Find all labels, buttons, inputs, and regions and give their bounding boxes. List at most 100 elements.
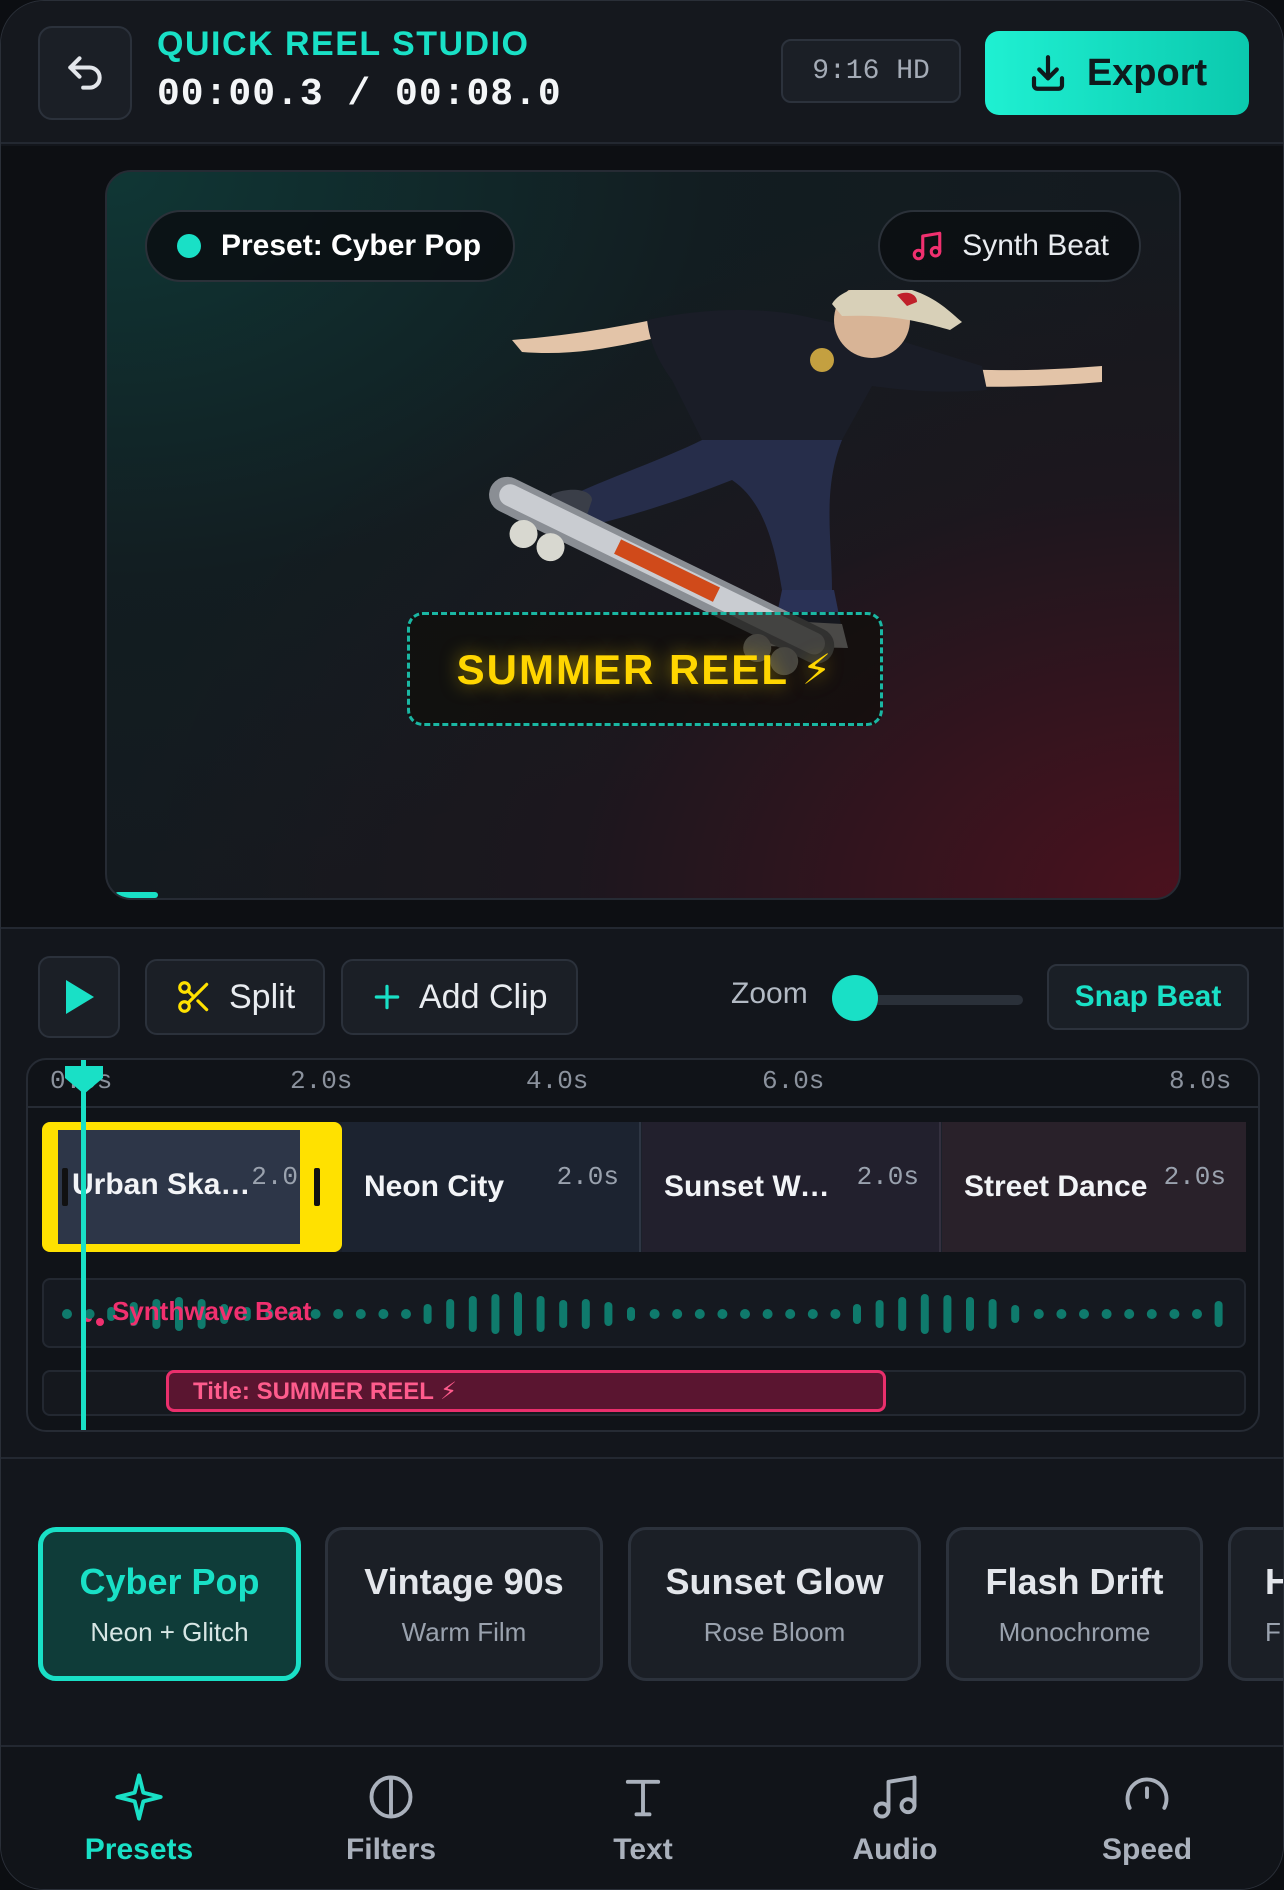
preset-name: Vintage 90s bbox=[364, 1560, 564, 1602]
split-label: Split bbox=[229, 977, 296, 1016]
audio-track-label: Synthwave Beat bbox=[112, 1296, 312, 1326]
play-icon bbox=[66, 980, 94, 1014]
ruler-tick: 2.0s bbox=[290, 1066, 353, 1096]
split-button[interactable]: Split bbox=[145, 959, 326, 1035]
timeline[interactable]: 0.0s 2.0s 4.0s 6.0s 8.0s Urban Ska… 2.0 … bbox=[26, 1058, 1260, 1432]
waveform-bar bbox=[310, 1309, 321, 1319]
trim-handle-right[interactable] bbox=[314, 1168, 320, 1206]
music-note-icon bbox=[873, 1775, 917, 1819]
video-clip[interactable]: Street Dance 2.0s bbox=[942, 1122, 1246, 1252]
export-button[interactable]: Export bbox=[985, 31, 1249, 115]
waveform-bar bbox=[1169, 1309, 1180, 1319]
nav-label: Presets bbox=[84, 1833, 194, 1866]
preview-area: Preset: Cyber Pop Synth Beat SUMMER REEL… bbox=[1, 146, 1283, 929]
ruler-tick: 6.0s bbox=[762, 1066, 825, 1096]
video-preview[interactable]: Preset: Cyber Pop Synth Beat SUMMER REEL… bbox=[105, 170, 1181, 900]
waveform-bar bbox=[446, 1299, 455, 1329]
nav-label: Filters bbox=[345, 1833, 437, 1866]
video-clip[interactable]: Sunset Wa… 2.0s bbox=[642, 1122, 941, 1252]
music-pill-label: Synth Beat bbox=[962, 229, 1109, 262]
clip-name: Street Dance bbox=[964, 1170, 1148, 1203]
clip-duration: 2.0s bbox=[1163, 1162, 1226, 1192]
app-window: QUICK REEL STUDIO 00:00.3 / 00:08.0 9:16… bbox=[0, 0, 1284, 1890]
undo-icon bbox=[68, 56, 102, 90]
video-clip[interactable]: Neon City 2.0s bbox=[342, 1122, 641, 1252]
title-overlay[interactable]: SUMMER REEL ⚡ bbox=[407, 612, 883, 726]
zoom-label: Zoom bbox=[731, 977, 808, 1010]
waveform-bar bbox=[694, 1309, 705, 1319]
presets-carousel[interactable]: Cyber Pop Neon + Glitch Vintage 90s Warm… bbox=[1, 1457, 1283, 1743]
waveform-bar bbox=[355, 1309, 366, 1319]
waveform-bar bbox=[378, 1309, 389, 1319]
waveform-bar bbox=[943, 1295, 952, 1333]
waveform-bar bbox=[762, 1309, 773, 1319]
waveform-bar bbox=[717, 1309, 728, 1319]
waveform-bar bbox=[627, 1307, 635, 1321]
text-track: Title: SUMMER REEL ⚡ bbox=[42, 1370, 1246, 1416]
format-badge[interactable]: 9:16 HD bbox=[781, 39, 961, 103]
time-ruler[interactable]: 0.0s 2.0s 4.0s 6.0s 8.0s bbox=[28, 1060, 1258, 1108]
waveform-bar bbox=[785, 1309, 796, 1319]
trim-handle-left[interactable] bbox=[62, 1168, 68, 1206]
editor-controls: Split Add Clip Zoom Snap Beat bbox=[1, 931, 1283, 1057]
waveform-bar bbox=[988, 1299, 997, 1329]
nav-audio[interactable]: Audio bbox=[795, 1771, 995, 1867]
nav-label: Text bbox=[613, 1833, 673, 1866]
video-track: Urban Ska… 2.0 Neon City 2.0s Sunset Wa…… bbox=[42, 1122, 1246, 1252]
preset-pill-label: Preset: Cyber Pop bbox=[221, 229, 482, 262]
playhead-handle[interactable] bbox=[63, 1064, 105, 1094]
waveform-bar bbox=[333, 1309, 344, 1319]
waveform-bar bbox=[62, 1309, 72, 1319]
waveform-bar bbox=[1101, 1309, 1112, 1319]
clip-duration: 2.0 bbox=[251, 1162, 298, 1192]
preset-subtitle: Neon + Glitch bbox=[90, 1616, 249, 1647]
ruler-tick: 4.0s bbox=[526, 1066, 589, 1096]
nav-text[interactable]: Text bbox=[543, 1771, 743, 1867]
waveform-bar bbox=[468, 1296, 477, 1332]
waveform-bar bbox=[920, 1294, 929, 1334]
preset-subtitle: F bbox=[1265, 1616, 1281, 1647]
waveform-bar bbox=[830, 1309, 841, 1319]
preset-pill[interactable]: Preset: Cyber Pop bbox=[145, 210, 516, 282]
preset-subtitle: Rose Bloom bbox=[703, 1616, 846, 1647]
nav-speed[interactable]: Speed bbox=[1047, 1771, 1247, 1867]
music-pill[interactable]: Synth Beat bbox=[878, 210, 1141, 282]
clip-duration: 2.0s bbox=[856, 1162, 919, 1192]
waveform-bar bbox=[604, 1302, 613, 1326]
download-icon bbox=[1031, 55, 1064, 91]
preset-subtitle: Warm Film bbox=[401, 1616, 527, 1647]
waveform-bar bbox=[1124, 1309, 1135, 1319]
preset-card-cyber-pop[interactable]: Cyber Pop Neon + Glitch bbox=[38, 1527, 301, 1681]
play-button[interactable] bbox=[38, 956, 120, 1038]
playhead[interactable] bbox=[81, 1060, 86, 1430]
preset-name: H bbox=[1265, 1561, 1283, 1603]
waveform-bar bbox=[536, 1296, 545, 1332]
nav-presets[interactable]: Presets bbox=[39, 1771, 239, 1867]
clip-duration: 2.0s bbox=[556, 1162, 619, 1192]
clip-name: Neon City bbox=[364, 1170, 505, 1203]
video-clip-selected[interactable]: Urban Ska… 2.0 bbox=[42, 1122, 342, 1252]
nav-filters[interactable]: Filters bbox=[291, 1771, 491, 1867]
add-clip-button[interactable]: Add Clip bbox=[341, 959, 578, 1035]
playback-progress-bar bbox=[115, 892, 158, 898]
preset-dot-icon bbox=[177, 234, 201, 258]
speedometer-icon bbox=[1125, 1777, 1169, 1810]
preset-card-partial[interactable]: H F bbox=[1228, 1527, 1283, 1681]
zoom-slider-knob[interactable] bbox=[832, 975, 878, 1021]
text-clip[interactable]: Title: SUMMER REEL ⚡ bbox=[166, 1370, 886, 1412]
waveform-bar bbox=[672, 1309, 683, 1319]
waveform-bar bbox=[84, 1309, 95, 1319]
snap-beat-button[interactable]: Snap Beat bbox=[1047, 964, 1249, 1030]
add-clip-label: Add Clip bbox=[419, 977, 548, 1016]
export-label: Export bbox=[1086, 51, 1208, 94]
preset-card-sunset-glow[interactable]: Sunset Glow Rose Bloom bbox=[628, 1527, 921, 1681]
ruler-tick: 8.0s bbox=[1169, 1066, 1232, 1096]
waveform-bar bbox=[966, 1297, 974, 1331]
preset-card-vintage-90s[interactable]: Vintage 90s Warm Film bbox=[325, 1527, 603, 1681]
preset-card-flash-drift[interactable]: Flash Drift Monochrome bbox=[946, 1527, 1203, 1681]
waveform-bar bbox=[581, 1299, 590, 1329]
waveform-bar bbox=[1214, 1301, 1223, 1327]
audio-track[interactable]: Synthwave Beat bbox=[42, 1278, 1246, 1348]
undo-button[interactable] bbox=[38, 26, 132, 120]
waveform-bar bbox=[401, 1309, 411, 1319]
